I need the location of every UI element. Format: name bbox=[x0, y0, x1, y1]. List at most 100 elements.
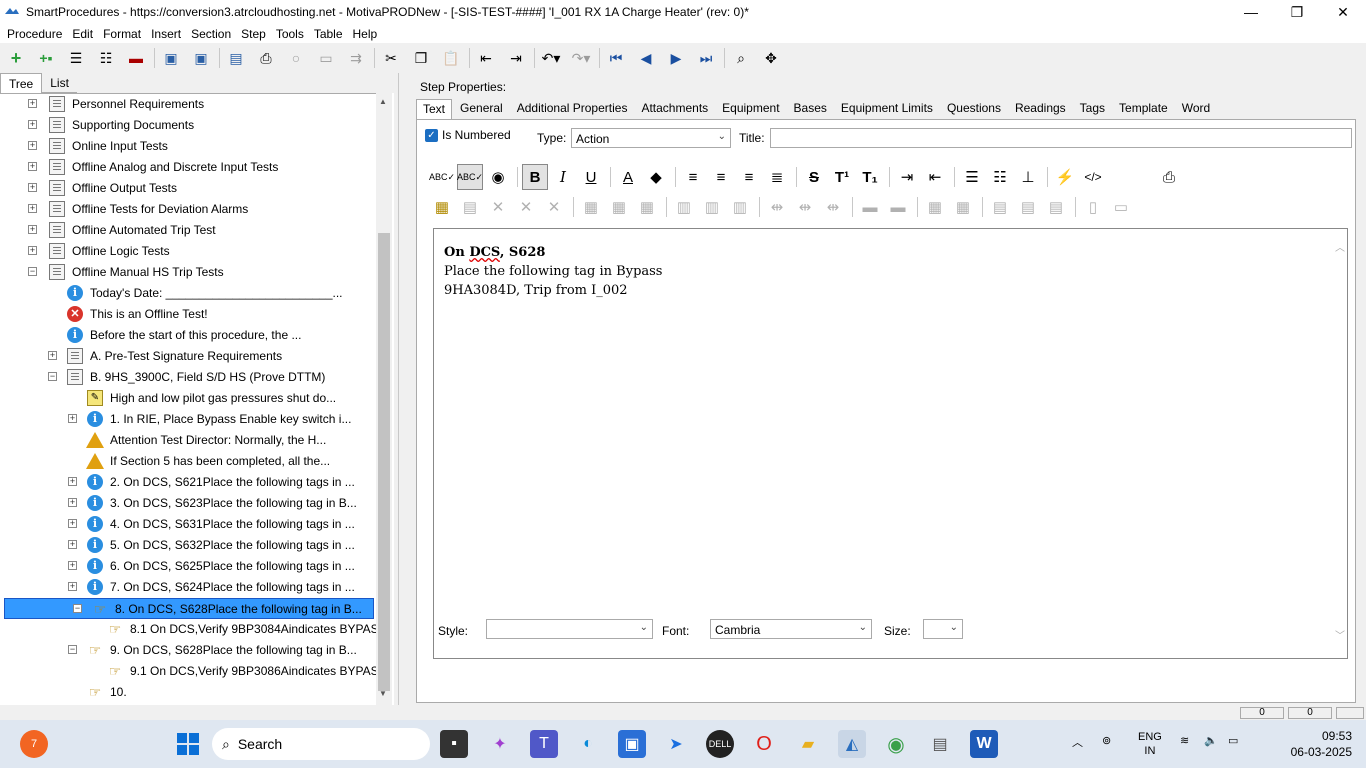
bar-icon[interactable]: ▭ bbox=[1108, 194, 1134, 220]
editor-scroll-up-icon[interactable]: ︿ bbox=[1335, 239, 1345, 254]
tree-node[interactable]: + i 4. On DCS, S631Place the following tag… bbox=[0, 514, 376, 535]
tab-tags[interactable]: Tags bbox=[1074, 99, 1111, 119]
redo-icon[interactable]: ↷▾ bbox=[569, 46, 593, 70]
row-above-icon[interactable]: ▬ bbox=[857, 194, 883, 220]
collapse-icon[interactable]: − bbox=[28, 267, 37, 276]
windows-start-icon[interactable] bbox=[174, 730, 202, 758]
scrollbar-thumb[interactable] bbox=[378, 233, 390, 691]
last-icon[interactable]: ⏭ bbox=[694, 46, 718, 70]
delete-col-icon[interactable]: ⇹ bbox=[820, 194, 846, 220]
spellcheck-live-icon[interactable]: ABC✓ bbox=[457, 164, 483, 190]
tree-node[interactable]: + Offline Automated Trip Test bbox=[0, 220, 376, 241]
magic-wand-icon[interactable]: ⚡ bbox=[1052, 164, 1078, 190]
tab-questions[interactable]: Questions bbox=[941, 99, 1007, 119]
menu-procedure[interactable]: Procedure bbox=[2, 27, 67, 41]
tree-node[interactable]: + Offline Output Tests bbox=[0, 178, 376, 199]
tree-node[interactable]: + Offline Logic Tests bbox=[0, 241, 376, 262]
expand-icon[interactable]: + bbox=[68, 561, 77, 570]
tab-general[interactable]: General bbox=[454, 99, 509, 119]
align-right-icon[interactable]: ≡ bbox=[736, 164, 762, 190]
redo-step-icon[interactable]: ⇉ bbox=[344, 46, 368, 70]
print-icon[interactable]: ⎙ bbox=[254, 46, 278, 70]
notification-badge-icon[interactable]: 7 bbox=[20, 730, 48, 758]
col-right-icon[interactable]: ▦ bbox=[950, 194, 976, 220]
tree-node[interactable]: + i 2. On DCS, S621Place the following tag… bbox=[0, 472, 376, 493]
font-select[interactable]: Cambria ⌄ bbox=[710, 619, 872, 639]
globe-icon[interactable]: ◉ bbox=[485, 164, 511, 190]
previous-icon[interactable]: ◀ bbox=[634, 46, 658, 70]
tab-text[interactable]: Text bbox=[416, 99, 453, 119]
tree-node[interactable]: − B. 9HS_3900C, Field S/D HS (Prove DTTM) bbox=[0, 367, 376, 388]
tree-node[interactable]: + A. Pre-Test Signature Requirements bbox=[0, 346, 376, 367]
print-preview-icon[interactable]: ⎙ bbox=[1156, 164, 1182, 190]
expand-icon[interactable]: + bbox=[28, 183, 37, 192]
expand-icon[interactable]: + bbox=[28, 99, 37, 108]
table-row-icon[interactable]: ▤ bbox=[457, 194, 483, 220]
tree-node[interactable]: + Personnel Requirements bbox=[0, 94, 376, 115]
close-button[interactable]: ✕ bbox=[1320, 0, 1366, 24]
copy-icon[interactable]: ❐ bbox=[409, 46, 433, 70]
tab-additional-properties[interactable]: Additional Properties bbox=[511, 99, 634, 119]
copilot-icon[interactable]: ✦ bbox=[486, 730, 514, 758]
file-explorer-icon[interactable]: ▰ bbox=[794, 730, 822, 758]
tree-node[interactable]: ☞ 8.1 On DCS,Verify 9BP3084Aindicates BYP… bbox=[0, 619, 376, 640]
italic-icon[interactable]: I bbox=[550, 164, 576, 190]
subscript-icon[interactable]: T₁ bbox=[857, 164, 883, 190]
tab-readings[interactable]: Readings bbox=[1009, 99, 1072, 119]
tree-node[interactable]: i Before the start of this procedure, the… bbox=[0, 325, 376, 346]
undo-icon[interactable]: ↶▾ bbox=[539, 46, 563, 70]
add-icon[interactable]: + bbox=[4, 46, 28, 70]
store-icon[interactable]: ▣ bbox=[618, 730, 646, 758]
type-select[interactable]: Action ⌄ bbox=[571, 128, 731, 148]
tab-bases[interactable]: Bases bbox=[788, 99, 833, 119]
menu-step[interactable]: Step bbox=[236, 27, 271, 41]
merge-cells-icon[interactable]: ▥ bbox=[671, 194, 697, 220]
chevron-up-icon[interactable]: ︿ bbox=[1072, 734, 1083, 750]
indent-left-icon[interactable]: ⇤ bbox=[922, 164, 948, 190]
insert-table-icon[interactable]: ▦ bbox=[429, 194, 455, 220]
tree-node[interactable]: + Online Input Tests bbox=[0, 136, 376, 157]
insert-col-icon[interactable]: ⇹ bbox=[764, 194, 790, 220]
table-delete-icon[interactable]: ✕ bbox=[485, 194, 511, 220]
menu-table[interactable]: Table bbox=[309, 27, 348, 41]
table-edit-icon[interactable]: ▦ bbox=[606, 194, 632, 220]
collapse-icon[interactable]: − bbox=[73, 604, 82, 613]
style-select[interactable]: ⌄ bbox=[486, 619, 653, 639]
edge-icon[interactable]: ◐ bbox=[574, 730, 602, 758]
move-icon[interactable]: ✥ bbox=[759, 46, 783, 70]
expand-icon[interactable]: + bbox=[68, 498, 77, 507]
table-format-icon[interactable]: ▦ bbox=[634, 194, 660, 220]
bold-icon[interactable]: B bbox=[522, 164, 548, 190]
cut-icon[interactable]: ✂ bbox=[379, 46, 403, 70]
is-numbered-checkbox[interactable]: ✓ Is Numbered bbox=[425, 128, 511, 142]
next-icon[interactable]: ▶ bbox=[664, 46, 688, 70]
collapse-icon[interactable]: − bbox=[68, 645, 77, 654]
power-automate-icon[interactable]: ➤ bbox=[662, 730, 690, 758]
network-tray-icon[interactable]: ⊚ bbox=[1102, 734, 1111, 747]
expand-icon[interactable]: + bbox=[28, 225, 37, 234]
battery-icon[interactable]: ▭ bbox=[1228, 734, 1238, 747]
menu-section[interactable]: Section bbox=[186, 27, 236, 41]
taskbar-search[interactable]: ⌕ Search bbox=[212, 728, 430, 760]
upload-icon[interactable]: ▤ bbox=[224, 46, 248, 70]
list-icon[interactable]: ☰ bbox=[64, 46, 88, 70]
tab-equipment[interactable]: Equipment bbox=[716, 99, 785, 119]
tree-node[interactable]: + i 6. On DCS, S625Place the following tag… bbox=[0, 556, 376, 577]
tree-node[interactable]: ☞ 10. bbox=[0, 682, 376, 703]
size-select[interactable]: ⌄ bbox=[923, 619, 963, 639]
paste-icon[interactable]: 📋 bbox=[439, 46, 463, 70]
refresh-icon[interactable]: ○ bbox=[284, 46, 308, 70]
tree-node[interactable]: If Section 5 has been completed, all the… bbox=[0, 451, 376, 472]
clock[interactable]: 09:53 06-03-2025 bbox=[1291, 728, 1352, 760]
numbered-list-icon[interactable]: ☷ bbox=[987, 164, 1013, 190]
expand-icon[interactable]: + bbox=[28, 141, 37, 150]
tree-node[interactable]: ☞ 9.1 On DCS,Verify 9BP3086Aindicates BYP… bbox=[0, 661, 376, 682]
collapse-icon[interactable]: − bbox=[48, 372, 57, 381]
table-borders-icon[interactable]: ▤ bbox=[1015, 194, 1041, 220]
window-icon[interactable]: ▭ bbox=[314, 46, 338, 70]
expand-icon[interactable]: + bbox=[28, 162, 37, 171]
menu-tools[interactable]: Tools bbox=[271, 27, 309, 41]
word-icon[interactable]: W bbox=[970, 730, 998, 758]
expand-icon[interactable]: + bbox=[28, 246, 37, 255]
font-color-icon[interactable]: A bbox=[615, 164, 641, 190]
